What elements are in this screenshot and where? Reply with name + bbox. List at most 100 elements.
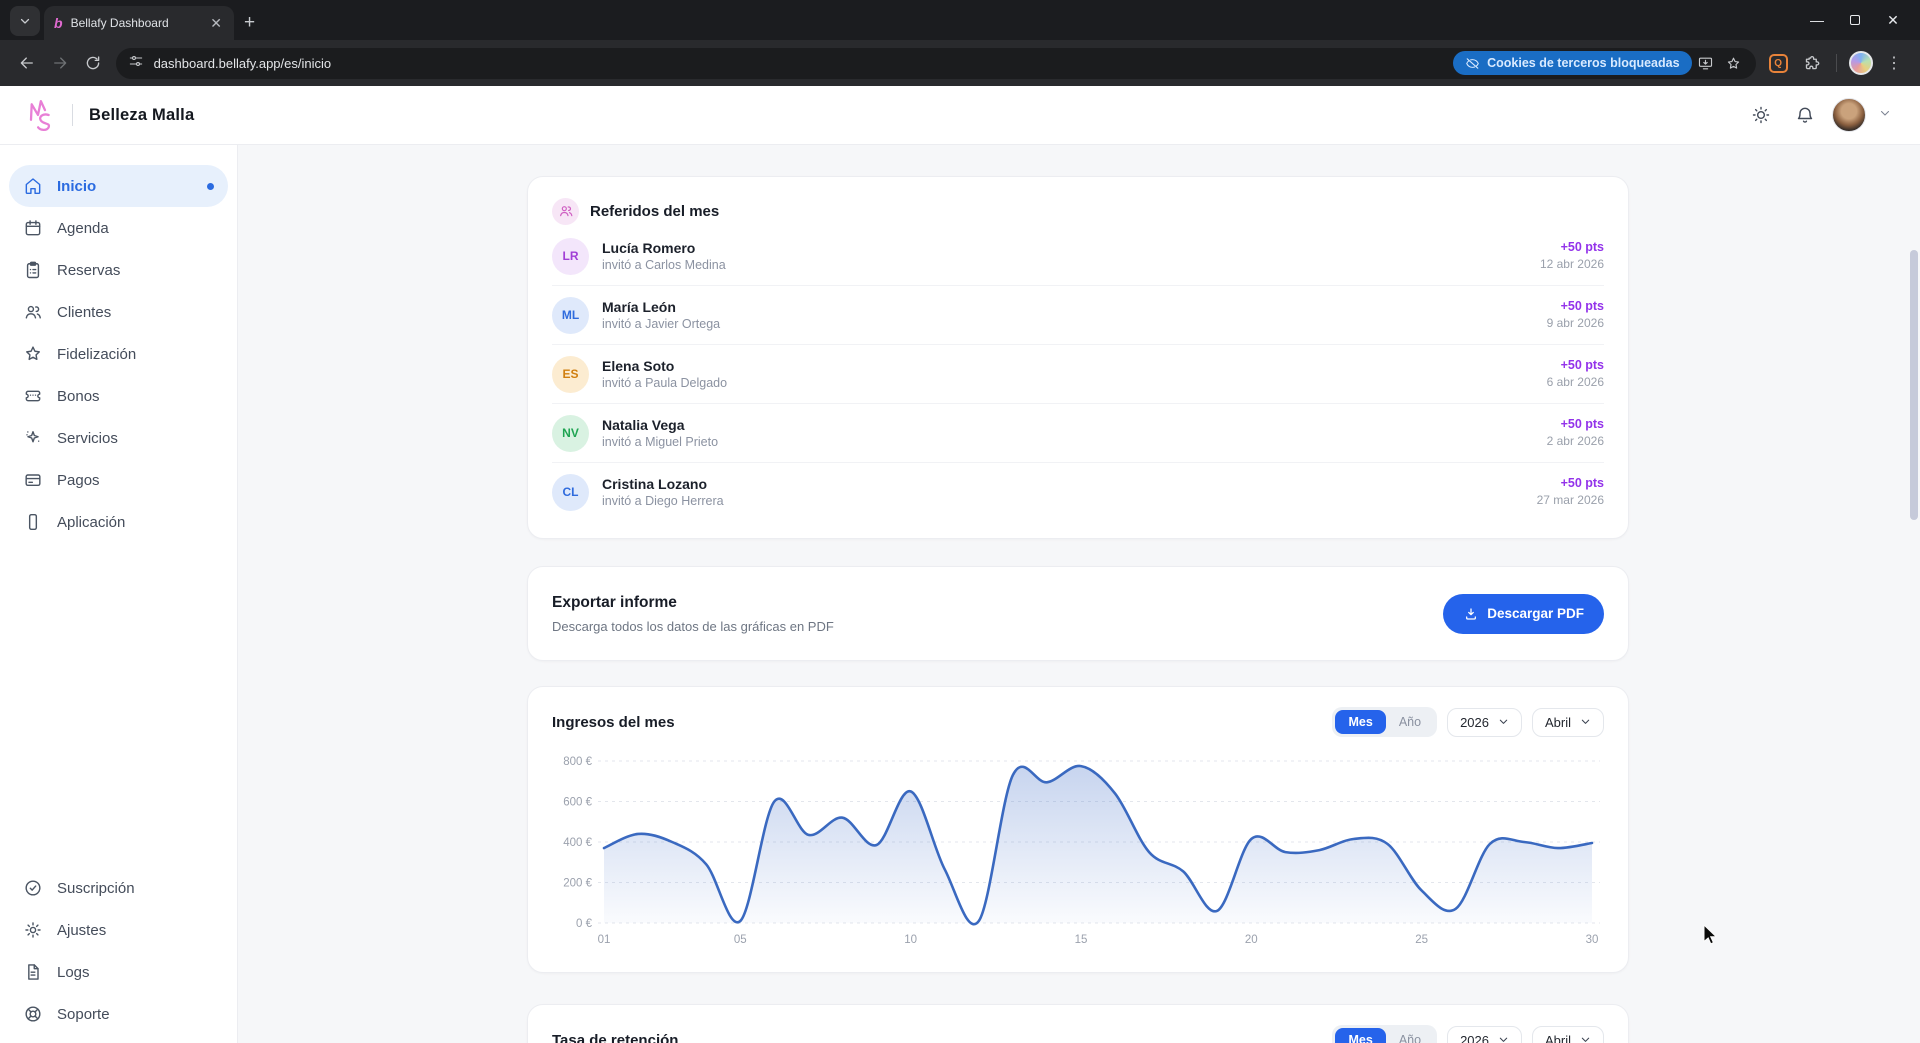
- sidebar-item-ajustes[interactable]: Ajustes: [9, 909, 228, 951]
- window-maximize-button[interactable]: [1838, 5, 1872, 35]
- sidebar-item-label: Bonos: [57, 388, 100, 405]
- back-button[interactable]: [12, 47, 41, 79]
- download-pdf-button[interactable]: Descargar PDF: [1443, 594, 1604, 634]
- extension-qr-icon[interactable]: Q: [1764, 47, 1793, 79]
- referral-points: +50 pts: [1547, 298, 1604, 315]
- retention-toggle-year[interactable]: Año: [1386, 1028, 1434, 1043]
- window-minimize-button[interactable]: —: [1800, 5, 1834, 35]
- sidebar-item-aplicacion[interactable]: Aplicación: [9, 501, 228, 543]
- eye-off-icon: [1465, 56, 1480, 71]
- sidebar-item-label: Servicios: [57, 430, 118, 447]
- sidebar-item-suscripcion[interactable]: Suscripción: [9, 867, 228, 909]
- sidebar-item-label: Agenda: [57, 220, 109, 237]
- sidebar-item-clientes[interactable]: Clientes: [9, 291, 228, 333]
- file-text-icon: [23, 962, 43, 982]
- ticket-icon: [23, 386, 43, 406]
- referral-avatar: CL: [552, 474, 589, 511]
- export-subtitle: Descarga todos los datos de las gráficas…: [552, 619, 834, 634]
- browser-menu-button[interactable]: ⋮: [1878, 53, 1910, 73]
- forward-button[interactable]: [45, 47, 74, 79]
- divider: [72, 104, 73, 126]
- url-bar[interactable]: dashboard.bellafy.app/es/inicio Cookies …: [116, 48, 1756, 79]
- svg-text:800 €: 800 €: [563, 756, 592, 768]
- retention-month-value: Abril: [1545, 1033, 1571, 1043]
- active-indicator-dot: [207, 183, 214, 190]
- svg-text:25: 25: [1415, 934, 1428, 946]
- sidebar-item-servicios[interactable]: Servicios: [9, 417, 228, 459]
- reload-button[interactable]: [78, 47, 107, 79]
- income-toggle-year[interactable]: Año: [1386, 710, 1434, 734]
- referral-points: +50 pts: [1537, 475, 1604, 492]
- income-toggle-month[interactable]: Mes: [1335, 710, 1385, 734]
- svg-text:0 €: 0 €: [576, 918, 593, 930]
- sidebar-item-label: Clientes: [57, 304, 111, 321]
- retention-month-select[interactable]: Abril: [1532, 1026, 1604, 1043]
- sidebar-item-pagos[interactable]: Pagos: [9, 459, 228, 501]
- sidebar-item-fidelizacion[interactable]: Fidelización: [9, 333, 228, 375]
- browser-tab[interactable]: b Bellafy Dashboard ✕: [44, 6, 234, 40]
- export-title: Exportar informe: [552, 594, 834, 612]
- browser-toolbar: dashboard.bellafy.app/es/inicio Cookies …: [0, 40, 1920, 86]
- browser-profile-avatar[interactable]: [1847, 47, 1876, 79]
- sidebar-item-label: Fidelización: [57, 346, 136, 363]
- sidebar-item-logs[interactable]: Logs: [9, 951, 228, 993]
- referral-detail: invitó a Paula Delgado: [602, 375, 727, 391]
- export-card: Exportar informe Descarga todos los dato…: [527, 566, 1629, 661]
- window-close-button[interactable]: ✕: [1876, 5, 1910, 35]
- gear-icon: [23, 920, 43, 940]
- bookmark-star-icon[interactable]: [1720, 49, 1748, 77]
- profile-menu-button[interactable]: [1878, 106, 1892, 125]
- income-month-select[interactable]: Abril: [1532, 708, 1604, 737]
- download-icon: [1463, 606, 1479, 622]
- referral-row: ESElena Sotoinvitó a Paula Delgado+50 pt…: [552, 345, 1604, 404]
- svg-text:200 €: 200 €: [563, 878, 592, 890]
- cookies-blocked-badge[interactable]: Cookies de terceros bloqueadas: [1453, 51, 1691, 75]
- referral-detail: invitó a Carlos Medina: [602, 257, 726, 273]
- sidebar: Inicio Agenda Reservas Clientes Fidelización…: [0, 145, 238, 1043]
- star-icon: [23, 344, 43, 364]
- notifications-button[interactable]: [1788, 98, 1822, 132]
- sidebar-item-soporte[interactable]: Soporte: [9, 993, 228, 1035]
- tab-title: Bellafy Dashboard: [71, 16, 207, 30]
- tab-close-icon[interactable]: ✕: [206, 15, 226, 32]
- referrer-name: Lucía Romero: [602, 239, 726, 257]
- sidebar-item-inicio[interactable]: Inicio: [9, 165, 228, 207]
- reload-icon: [84, 54, 102, 72]
- sidebar-item-reservas[interactable]: Reservas: [9, 249, 228, 291]
- referral-points: +50 pts: [1540, 239, 1604, 256]
- sidebar-item-label: Ajustes: [57, 922, 106, 939]
- users-icon: [23, 302, 43, 322]
- arrow-right-icon: [51, 54, 69, 72]
- chevron-down-icon: [19, 15, 31, 27]
- install-app-icon[interactable]: [1692, 49, 1720, 77]
- sidebar-item-bonos[interactable]: Bonos: [9, 375, 228, 417]
- referrals-people-icon: [552, 198, 579, 225]
- sidebar-item-agenda[interactable]: Agenda: [9, 207, 228, 249]
- svg-text:10: 10: [904, 934, 917, 946]
- chevron-down-icon: [1580, 1033, 1591, 1043]
- chevron-down-icon: [1498, 715, 1509, 730]
- sidebar-item-label: Pagos: [57, 472, 100, 489]
- scrollbar-thumb[interactable]: [1910, 250, 1918, 520]
- credit-card-icon: [23, 470, 43, 490]
- user-avatar[interactable]: [1832, 98, 1866, 132]
- new-tab-button[interactable]: +: [244, 12, 255, 34]
- income-year-select[interactable]: 2026: [1447, 708, 1522, 737]
- extensions-puzzle-icon[interactable]: [1797, 47, 1826, 79]
- referral-row: NVNatalia Vegainvitó a Miguel Prieto+50 …: [552, 404, 1604, 463]
- tab-search-button[interactable]: [10, 6, 40, 36]
- bell-icon: [1795, 105, 1815, 125]
- sidebar-item-label: Suscripción: [57, 880, 135, 897]
- site-settings-icon[interactable]: [128, 53, 144, 74]
- retention-toggle-month[interactable]: Mes: [1335, 1028, 1385, 1043]
- retention-year-select[interactable]: 2026: [1447, 1026, 1522, 1043]
- svg-text:30: 30: [1586, 934, 1599, 946]
- smartphone-icon: [23, 512, 43, 532]
- income-year-value: 2026: [1460, 715, 1489, 730]
- income-chart-card: Ingresos del mes Mes Año 2026 Abril 0 €2…: [527, 686, 1629, 973]
- site-favicon-icon: b: [54, 15, 63, 31]
- download-pdf-label: Descargar PDF: [1487, 606, 1584, 621]
- svg-text:01: 01: [598, 934, 611, 946]
- app-header: Belleza Malla: [0, 86, 1920, 145]
- theme-toggle-button[interactable]: [1744, 98, 1778, 132]
